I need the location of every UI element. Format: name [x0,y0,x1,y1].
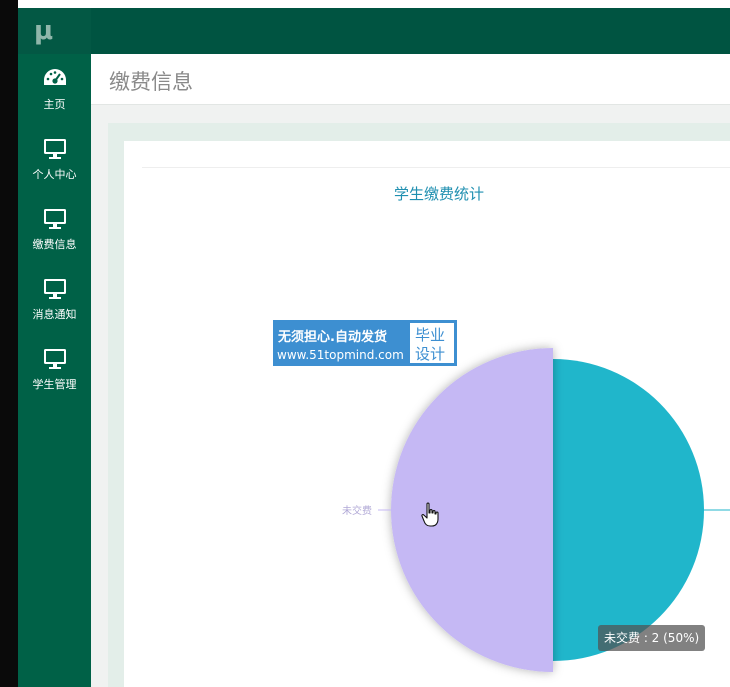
pie-slice[interactable] [391,348,553,672]
watermark-badge-line1: 毕业 [415,326,446,344]
watermark-badge: 毕业 设计 [410,323,454,363]
pie-slice-label: 未交费 [342,506,372,517]
watermark-url: www.51topmind.com [277,348,404,362]
pie-slice[interactable] [553,359,704,661]
chart-tooltip: 未交费 : 2 (50%) [598,625,706,651]
watermark-line1: 无须担心.自动发货 [278,330,387,345]
watermark-text: 无须担心.自动发货 www.51topmind.com [274,321,408,365]
watermark-banner[interactable]: 无须担心.自动发货 www.51topmind.com 毕业 设计 [273,320,457,366]
watermark-badge-line2: 设计 [415,345,446,363]
hand-cursor-icon [421,502,439,527]
app-window: μ 主页 个人中心 缴费信息 消息通知 学生管理 缴费信息 学生缴费统计 未交费… [0,0,730,687]
